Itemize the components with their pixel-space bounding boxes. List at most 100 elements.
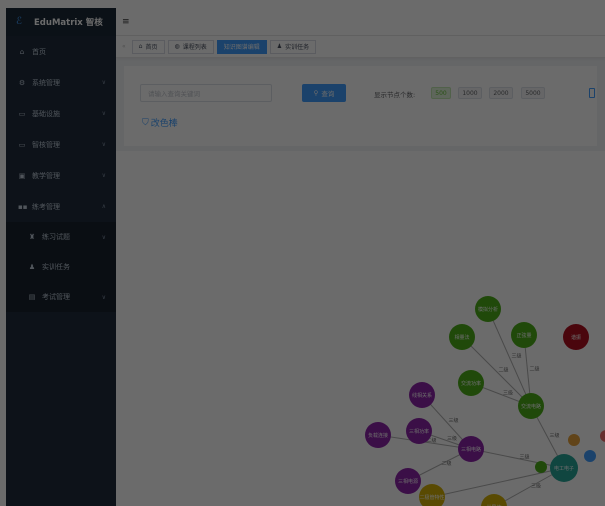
tab-3[interactable]: ♟ 实训任务 [269,39,317,54]
tab-icon: ◍ [174,43,180,50]
chevron-down-icon: ∨ [101,172,106,179]
graph-node-label: 交流功率 [461,380,481,387]
graph-edge-label: 二级 [499,367,509,374]
sidebar-subitem-label: 实训任务 [42,263,70,271]
app-root: ℰ EduMatrix 智核 ⌂ 首页 ⚙ 系统管理 ∨ ▭ 基础设施 ∨ ▭ 智核管理 ∨ ▣ 教学管… [6,8,605,506]
graph-minor-node[interactable] [584,450,596,462]
sidebar-item-label: 练考管理 [32,202,60,211]
node-count-option-500[interactable]: 500 [431,87,451,99]
user-group-icon: ♟ [28,263,36,271]
graph-node-label: 三相电源 [398,478,418,485]
sidebar-item-1[interactable]: ⚙ 系统管理 ∨ [6,67,116,98]
monitor-icon: ▭ [18,140,26,149]
sidebar: ℰ EduMatrix 智核 ⌂ 首页 ⚙ 系统管理 ∨ ▭ 基础设施 ∨ ▭ 智核管理 ∨ ▣ 教学管… [6,8,116,506]
graph-edge-label: 三级 [449,417,459,424]
sidebar-subitem-1[interactable]: ♟ 实训任务 [6,252,116,282]
graph-edge [431,467,565,498]
graph-minor-node[interactable] [568,434,580,446]
sidebar-item-3[interactable]: ▭ 智核管理 ∨ [6,129,116,160]
chevron-down-icon: ∨ [101,110,106,117]
scroll-left-icon[interactable]: « [122,43,126,50]
chevron-down-icon: ∨ [101,141,106,148]
tab-icon: ⌂ [138,43,143,50]
graph-node-label: 二极管特性 [419,494,444,501]
logo-text: EduMatrix 智核 [34,18,103,28]
tab-2[interactable]: 知识图谱编辑 [216,39,267,54]
graph-node-label: 三相电路 [461,446,481,453]
node-count-option-5000[interactable]: 5000 [521,87,545,99]
knowledge-graph[interactable]: 三级 二级 二级 三级 三级 三级 三级 二级 二级 三级 三级 模拟分析 相量法 正弦量 谐振 交流功率 交流… [116,151,605,506]
tab-0[interactable]: ⌂ 首页 [131,39,165,54]
gear-icon: ⚙ [18,78,26,87]
node-count-label: 显示节点个数: [374,91,416,99]
graph-title-label: 改色棒 [150,119,178,129]
graph-edge-label: 三级 [447,435,457,442]
tab-label: 首页 [145,44,158,51]
graph-edge-label: 三级 [520,454,530,461]
node-count-option-2000[interactable]: 2000 [489,87,513,99]
graph-edge-label: 三级 [503,390,513,397]
search-panel: 请输入查询关键词 ⚲ 查询 显示节点个数: 500 1000 2000 5000 ⛉ … [124,66,597,146]
home-icon: ⌂ [19,47,25,56]
sidebar-item-label: 基础设施 [32,109,60,118]
tab-icon: ♟ [276,43,283,50]
graph-edge-label: 三级 [550,432,560,439]
sidebar-item-label: 智核管理 [32,140,60,149]
search-button-label: 查询 [321,90,335,98]
graph-minor-node[interactable] [535,461,547,473]
chevron-down-icon: ∨ [101,293,106,301]
logo-icon: ℰ [16,16,23,27]
graph-canvas[interactable]: 三级二级 二级三级三级三级三级二级二级三级三级模拟分析相量法 正弦量 谐振交流功率交流… [116,151,605,506]
hamburger-icon[interactable]: ≡ [122,17,130,27]
graph-node-label: 模拟分析 [478,306,498,313]
book-icon: ▣ [18,171,26,180]
sidebar-item-label: 教学管理 [32,171,60,180]
graph-title[interactable]: ⛉ 改色棒 [142,116,178,130]
navbar: ≡ [116,8,605,36]
toolbar-corner-icon[interactable] [589,88,595,98]
graph-node-label: 相量法 [454,334,469,341]
search-input[interactable]: 请输入查询关键词 [140,84,272,102]
graph-node-label: 三相功率 [409,428,429,435]
sidebar-item-2[interactable]: ▭ 基础设施 ∨ [6,98,116,129]
graph-edge-label: 二级 [442,460,452,467]
sidebar-item-4[interactable]: ▣ 教学管理 ∨ [6,160,116,191]
graph-node-label: 线相关系 [412,392,432,399]
grid-icon: ▪▪ [18,202,28,211]
search-icon: ⚲ [313,89,319,97]
search-button[interactable]: ⚲ 查询 [302,84,346,102]
graph-minor-node[interactable] [600,430,605,442]
tab-label: 课程列表 [182,44,207,51]
sidebar-subitem-label: 练习试题 [42,233,70,241]
graph-node-label: 正弦量 [516,332,531,339]
sidebar-item-5[interactable]: ▪▪ 练考管理 ∧ [6,191,116,222]
main-panel: ≡ « ⌂ 首页 ◍ 课程列表 知识图谱编辑 ♟ 实训任务 请输入查询关键词 ⚲ 查询 显示… [116,8,605,506]
graph-edge-label: 三级 [531,483,541,490]
sidebar-subitem-label: 考试管理 [42,293,70,301]
graph-node-label: 谐振 [571,334,581,341]
logo[interactable]: ℰ EduMatrix 智核 [6,8,116,36]
graph-node-label: 交流电路 [521,403,541,410]
monitor-icon: ▭ [18,109,26,118]
sidebar-item-label: 首页 [32,47,46,56]
graph-node-label: 负载连接 [368,432,388,439]
sidebar-subitem-2[interactable]: ▤ 考试管理 ∨ [6,282,116,312]
sidebar-menu: ⌂ 首页 ⚙ 系统管理 ∨ ▭ 基础设施 ∨ ▭ 智核管理 ∨ ▣ 教学管理 ∨ ▪▪ 练考管理 ∧ ♜ 练习试题 ∨… [6,36,116,312]
sidebar-item-label: 系统管理 [32,78,60,87]
graph-edge-label: 二级 [530,366,540,373]
tab-label: 知识图谱编辑 [223,44,260,51]
sidebar-item-0[interactable]: ⌂ 首页 [6,36,116,67]
sidebar-subitem-0[interactable]: ♜ 练习试题 ∨ [6,222,116,252]
graph-edge [470,448,565,469]
graph-edge-label: 三级 [512,353,522,360]
trophy-icon: ♜ [28,233,36,241]
node-count-option-1000[interactable]: 1000 [458,87,482,99]
palette-icon: ⛉ [142,117,149,128]
chevron-down-icon: ∨ [101,79,106,86]
graph-node-label: 电工电子 [554,465,574,472]
tab-label: 实训任务 [285,44,310,51]
chevron-down-icon: ∨ [101,233,106,241]
tab-1[interactable]: ◍ 课程列表 [167,39,214,54]
exam-icon: ▤ [28,293,36,301]
tags-view: « ⌂ 首页 ◍ 课程列表 知识图谱编辑 ♟ 实训任务 [116,36,605,58]
